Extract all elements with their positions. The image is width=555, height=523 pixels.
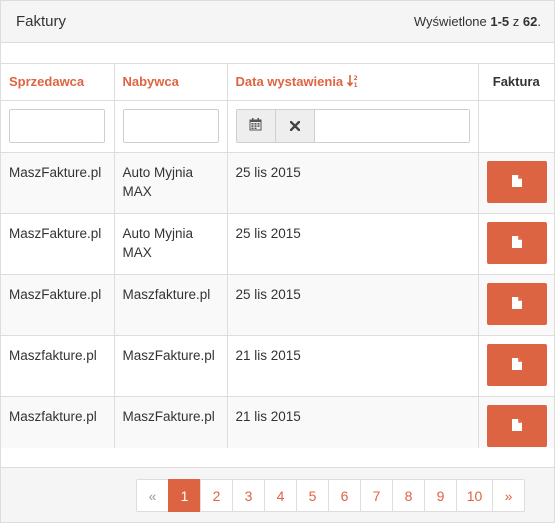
file-icon xyxy=(511,417,522,436)
count-prefix: Wyświetlone xyxy=(413,14,491,29)
panel-footer: « 1 2 3 4 5 6 7 8 9 10 » xyxy=(1,468,554,522)
page-button-4[interactable]: 4 xyxy=(264,479,297,512)
invoice-cell xyxy=(477,213,554,275)
invoices-table: Sprzedawca Nabywca Data wystawienia 2 1 Fa… xyxy=(1,63,554,458)
column-header-seller[interactable]: Sprzedawca xyxy=(1,63,115,101)
filter-row xyxy=(1,100,554,153)
filter-cell-seller xyxy=(1,100,115,153)
page-button-10[interactable]: 10 xyxy=(456,479,493,512)
page-button-1[interactable]: 1 xyxy=(168,479,201,512)
download-invoice-button[interactable] xyxy=(486,283,547,325)
panel-header: Faktury Wyświetlone 1-5 z 62. xyxy=(1,1,554,43)
file-icon xyxy=(511,234,522,253)
invoice-cell xyxy=(477,335,554,397)
previous-page-button[interactable]: « xyxy=(136,479,169,512)
table-bottom-spacer xyxy=(1,448,554,468)
svg-text:1: 1 xyxy=(354,82,358,88)
calendar-button[interactable] xyxy=(236,110,276,142)
date-filter-input[interactable] xyxy=(314,110,469,142)
table-row: MaszFakture.pl Auto Myjnia MAX 25 lis 20… xyxy=(1,152,554,214)
seller-cell: MaszFakture.pl xyxy=(1,274,115,336)
download-invoice-button[interactable] xyxy=(486,344,547,386)
clear-date-button[interactable] xyxy=(275,110,315,142)
svg-text:2: 2 xyxy=(354,75,358,82)
calendar-icon xyxy=(249,118,262,134)
filter-cell-date xyxy=(226,100,479,153)
page-button-3[interactable]: 3 xyxy=(232,479,265,512)
column-header-buyer[interactable]: Nabywca xyxy=(113,63,228,101)
file-icon xyxy=(511,295,522,314)
date-cell: 21 lis 2015 xyxy=(226,335,479,397)
table-row: MaszFakture.pl Maszfakture.pl 25 lis 201… xyxy=(1,274,554,336)
count-range: 1-5 xyxy=(490,14,510,29)
records-count: Wyświetlone 1-5 z 62. xyxy=(414,14,541,29)
file-icon xyxy=(511,356,522,375)
page-button-7[interactable]: 7 xyxy=(360,479,393,512)
invoice-cell xyxy=(477,152,554,214)
filter-cell-invoice xyxy=(477,100,554,153)
times-icon xyxy=(289,118,300,134)
download-invoice-button[interactable] xyxy=(486,222,547,264)
page-button-9[interactable]: 9 xyxy=(424,479,457,512)
seller-cell: MaszFakture.pl xyxy=(1,213,115,275)
table-row: MaszFakture.pl Auto Myjnia MAX 25 lis 20… xyxy=(1,213,554,275)
count-total: 62 xyxy=(522,14,538,29)
column-header-invoice: Faktura xyxy=(477,63,554,101)
invoice-cell xyxy=(477,274,554,336)
seller-filter-input[interactable] xyxy=(9,109,105,143)
filter-cell-buyer xyxy=(113,100,228,153)
download-invoice-button[interactable] xyxy=(486,405,547,447)
sort-descending-icon: 21 xyxy=(347,74,359,91)
date-filter-group xyxy=(235,109,470,143)
sort-date-label: Data wystawienia xyxy=(235,74,344,89)
file-icon xyxy=(511,173,522,192)
count-suffix: . xyxy=(537,14,541,29)
date-cell: 25 lis 2015 xyxy=(226,213,479,275)
buyer-cell: MaszFakture.pl xyxy=(113,335,228,397)
date-cell: 25 lis 2015 xyxy=(226,274,479,336)
date-cell: 25 lis 2015 xyxy=(226,152,479,214)
invoices-panel: Faktury Wyświetlone 1-5 z 62. Sprzedawca… xyxy=(0,0,555,523)
page-button-8[interactable]: 8 xyxy=(392,479,425,512)
seller-cell: MaszFakture.pl xyxy=(1,152,115,214)
page-button-5[interactable]: 5 xyxy=(296,479,329,512)
seller-cell: Maszfakture.pl xyxy=(1,335,115,397)
download-invoice-button[interactable] xyxy=(486,161,547,203)
count-middle: z xyxy=(509,14,523,29)
buyer-cell: Maszfakture.pl xyxy=(113,274,228,336)
sort-seller-link[interactable]: Sprzedawca xyxy=(9,74,84,89)
sort-buyer-link[interactable]: Nabywca xyxy=(123,74,179,89)
sort-date-link[interactable]: Data wystawienia 2 1 xyxy=(236,74,360,89)
pagination: « 1 2 3 4 5 6 7 8 9 10 » xyxy=(136,479,525,512)
page-button-2[interactable]: 2 xyxy=(200,479,233,512)
column-header-date[interactable]: Data wystawienia 2 1 xyxy=(226,63,479,101)
buyer-cell: Auto Myjnia MAX xyxy=(113,213,228,275)
buyer-filter-input[interactable] xyxy=(122,109,219,143)
panel-title: Faktury xyxy=(16,13,67,30)
next-page-button[interactable]: » xyxy=(492,479,525,512)
table-row: Maszfakture.pl MaszFakture.pl 21 lis 201… xyxy=(1,335,554,397)
page-button-6[interactable]: 6 xyxy=(328,479,361,512)
buyer-cell: Auto Myjnia MAX xyxy=(113,152,228,214)
